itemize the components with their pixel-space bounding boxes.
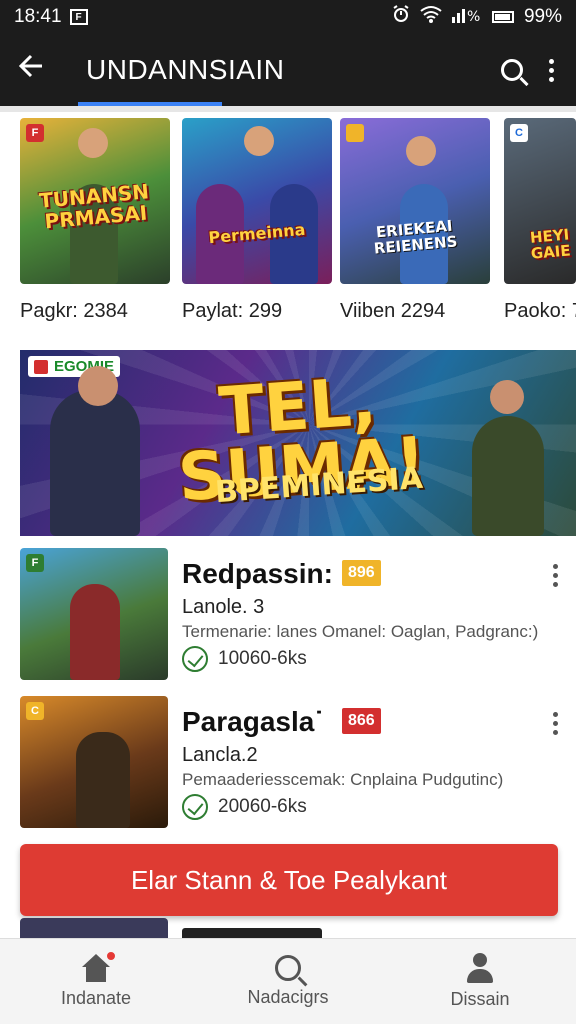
item-subtitle: Lancla.2 [182,744,258,766]
home-icon [81,950,117,982]
divider [0,106,576,112]
game-tile[interactable]: C HEYI GAIE Paoko: 7 [504,118,576,323]
back-button[interactable] [0,52,64,88]
nav-item-search[interactable]: Nadacigrs [192,939,384,1024]
svg-text:%: % [467,9,480,23]
hero-character-head [490,380,524,414]
game-badge-icon: C [510,124,528,142]
search-icon [275,955,301,981]
nav-label: Nadacigrs [247,987,329,1007]
wifi-icon [420,5,442,29]
arrow-left-icon [18,54,42,78]
game-cover: C HEYI GAIE [504,118,576,284]
signal-icon: % [451,5,482,29]
hero-character [472,416,544,536]
hero-banner[interactable]: EGOMIE TEL, SUMA! BPEMINESIA [20,350,576,536]
game-cover: ERIEKEAI REIENENS [340,118,490,284]
game-badge-icon: C [26,702,44,720]
list-item[interactable]: C Paragasla˙ 866 Lancla.2 Pemaaderiessce… [0,696,576,830]
game-tile[interactable]: F TUNANSN PRMASAI Pagkr: 2384 [20,118,172,323]
nav-label: Dissain [450,989,510,1009]
item-title: Paragasla˙ [182,706,324,737]
item-menu-icon[interactable] [553,564,558,587]
item-description: Pemaaderiesscemak: Cnplaina Pudgutinc) [182,770,504,789]
nav-item-profile[interactable]: Dissain [384,939,576,1024]
tile-label: Pagkr: 2384 [20,300,128,322]
status-bar: 18:41 F % 99% [0,0,576,34]
cover-title: HEYI GAIE [529,225,572,263]
rating-badge: 896 [342,560,381,586]
status-time: 18:41 [14,6,62,27]
tile-label: Paoko: 7 [504,300,576,322]
battery-icon [491,11,514,23]
logo-icon [34,359,48,374]
item-description: Termenarie: lanes Omanel: Oaglan, Padgra… [182,622,539,641]
item-title-partial [182,928,322,938]
game-tile[interactable]: ERIEKEAI REIENENS Viiben 2294 [340,118,492,323]
hero-character [50,390,140,536]
alarm-icon [392,5,410,29]
list-thumbnail: F [20,548,168,680]
item-size: 10060-6ks [182,646,307,672]
game-cover: F TUNANSN PRMASAI [20,118,170,284]
game-badge-icon: F [26,554,44,572]
game-tile[interactable]: Permeinna Paylat: 299 [182,118,334,323]
status-right: % 99% [392,5,562,29]
page-title: UNDANNSIAIN [86,54,285,85]
nav-item-home[interactable]: Indanate [0,939,192,1024]
battery-percent: 99% [523,6,562,27]
game-cover: Permeinna [182,118,332,284]
check-circle-icon [182,646,208,672]
game-badge-icon [346,124,364,142]
tile-label: Paylat: 299 [182,300,283,322]
cover-title: TUNANSN PRMASAI [38,179,150,234]
list-thumbnail-partial [20,918,168,938]
search-icon[interactable] [501,59,523,81]
item-subtitle: Lanole. 3 [182,596,265,618]
hero-character-head [78,366,118,406]
app-bar: UNDANNSIAIN [0,34,576,106]
item-size-text: 10060-6ks [218,648,307,669]
tile-label: Viiben 2294 [340,300,446,322]
item-size: 20060-6ks [182,794,307,820]
nav-label: Indanate [60,988,132,1008]
overflow-menu-icon[interactable] [549,58,554,82]
person-icon [465,953,495,983]
list-item[interactable]: F Redpassin: 896 Lanole. 3 Termenarie: l… [0,548,576,682]
check-circle-icon [182,794,208,820]
item-title: Redpassin: [182,558,333,589]
rating-badge: 866 [342,708,381,734]
primary-cta-button[interactable]: Elar Stann & Toe Pealykant [20,844,558,916]
item-menu-icon[interactable] [553,712,558,735]
list-thumbnail: C [20,696,168,828]
game-carousel[interactable]: F TUNANSN PRMASAI Pagkr: 2384 Permeinna … [0,118,576,334]
game-badge-icon: F [26,124,44,142]
bottom-navigation: Indanate Nadacigrs Dissain [0,938,576,1024]
cover-title: ERIEKEAI REIENENS [373,216,459,258]
item-size-text: 20060-6ks [218,796,307,817]
notification-icon: F [69,9,88,25]
